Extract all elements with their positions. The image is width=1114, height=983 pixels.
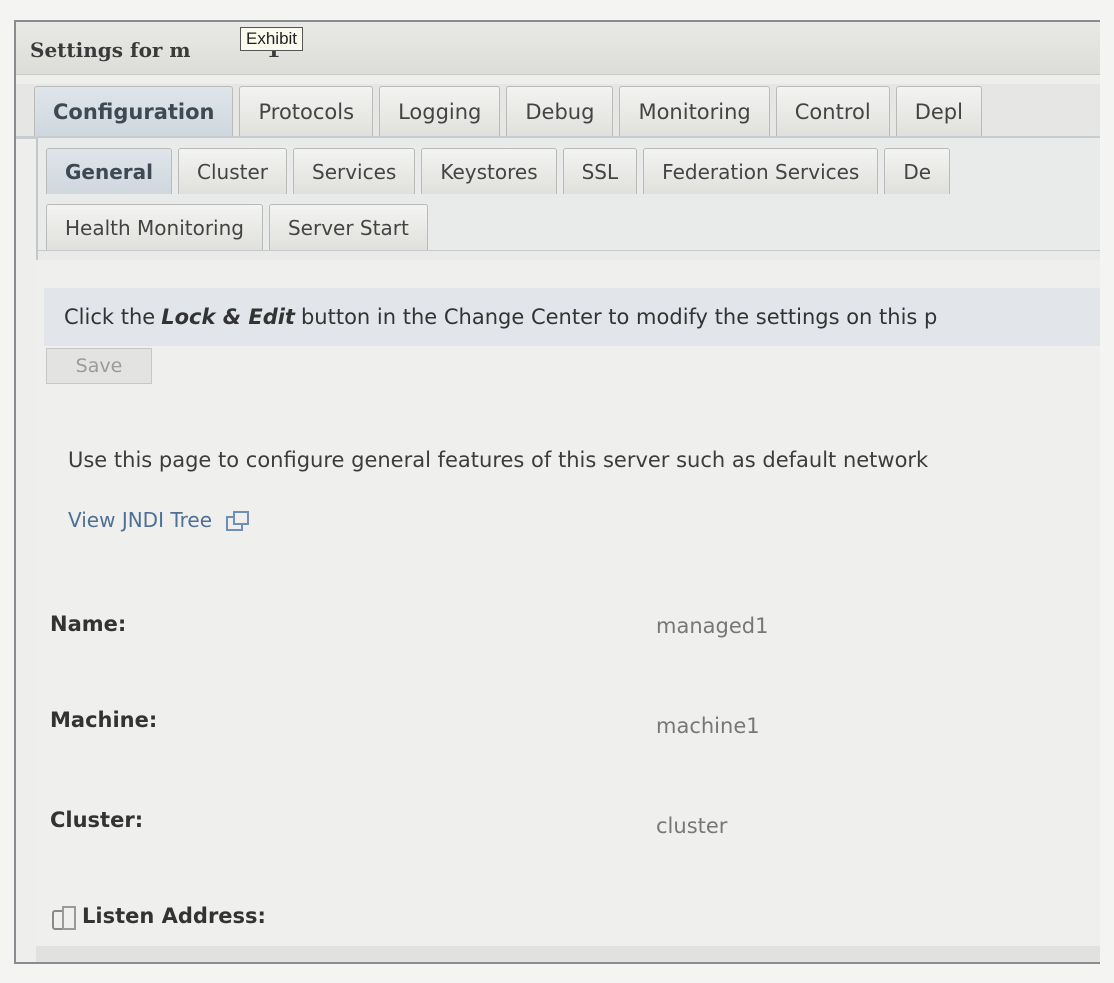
sub-tabs-row-1: General Cluster Services Keystores SSL F… [38, 148, 1100, 194]
title-bar: Settings for m1 [16, 22, 1100, 75]
tab-logging[interactable]: Logging [379, 86, 501, 136]
subtab-deployment[interactable]: De [884, 148, 951, 194]
subtab-services[interactable]: Services [293, 148, 416, 194]
tab-monitoring[interactable]: Monitoring [619, 86, 770, 136]
subtab-cluster[interactable]: Cluster [178, 148, 287, 194]
subtab-federation-services[interactable]: Federation Services [643, 148, 879, 194]
name-value: managed1 [656, 614, 769, 638]
cluster-label: Cluster: [50, 808, 144, 832]
settings-panel: Settings for m1 Configuration Protocols … [14, 20, 1100, 964]
bottom-strip [36, 946, 1100, 962]
tab-protocols[interactable]: Protocols [239, 86, 374, 136]
tab-control[interactable]: Control [775, 86, 890, 136]
cluster-value: cluster [656, 814, 728, 838]
machine-label: Machine: [50, 708, 158, 732]
tab-configuration[interactable]: Configuration [34, 86, 234, 136]
tab-debug[interactable]: Debug [506, 86, 614, 136]
cluster-config-icon [50, 904, 76, 930]
sub-tabs: General Cluster Services Keystores SSL F… [36, 138, 1100, 260]
lock-edit-notice: Click the Lock & Edit button in the Chan… [44, 288, 1100, 346]
subtab-ssl[interactable]: SSL [562, 148, 638, 194]
view-jndi-tree-link[interactable]: View JNDI Tree [68, 508, 250, 532]
lock-edit-emphasis: Lock & Edit [161, 305, 295, 329]
subtab-server-start[interactable]: Server Start [268, 204, 428, 250]
page-description: Use this page to configure general featu… [68, 448, 929, 472]
save-button[interactable]: Save [46, 348, 152, 384]
subtab-health-monitoring[interactable]: Health Monitoring [46, 204, 263, 250]
subtab-keystores[interactable]: Keystores [421, 148, 557, 194]
subtab-general[interactable]: General [46, 148, 172, 194]
name-label: Name: [50, 612, 127, 636]
listen-address-label: Listen Address: [82, 904, 266, 928]
main-tabs: Configuration Protocols Logging Debug Mo… [16, 84, 1100, 139]
machine-value: machine1 [656, 714, 760, 738]
external-window-icon[interactable] [226, 511, 250, 531]
tab-deployments[interactable]: Depl [895, 86, 982, 136]
content-area: Click the Lock & Edit button in the Chan… [36, 262, 1100, 962]
sub-tabs-row-2: Health Monitoring Server Start [38, 204, 1100, 251]
listen-address-row: Listen Address: [50, 904, 266, 930]
exhibit-tooltip: Exhibit [240, 27, 304, 51]
